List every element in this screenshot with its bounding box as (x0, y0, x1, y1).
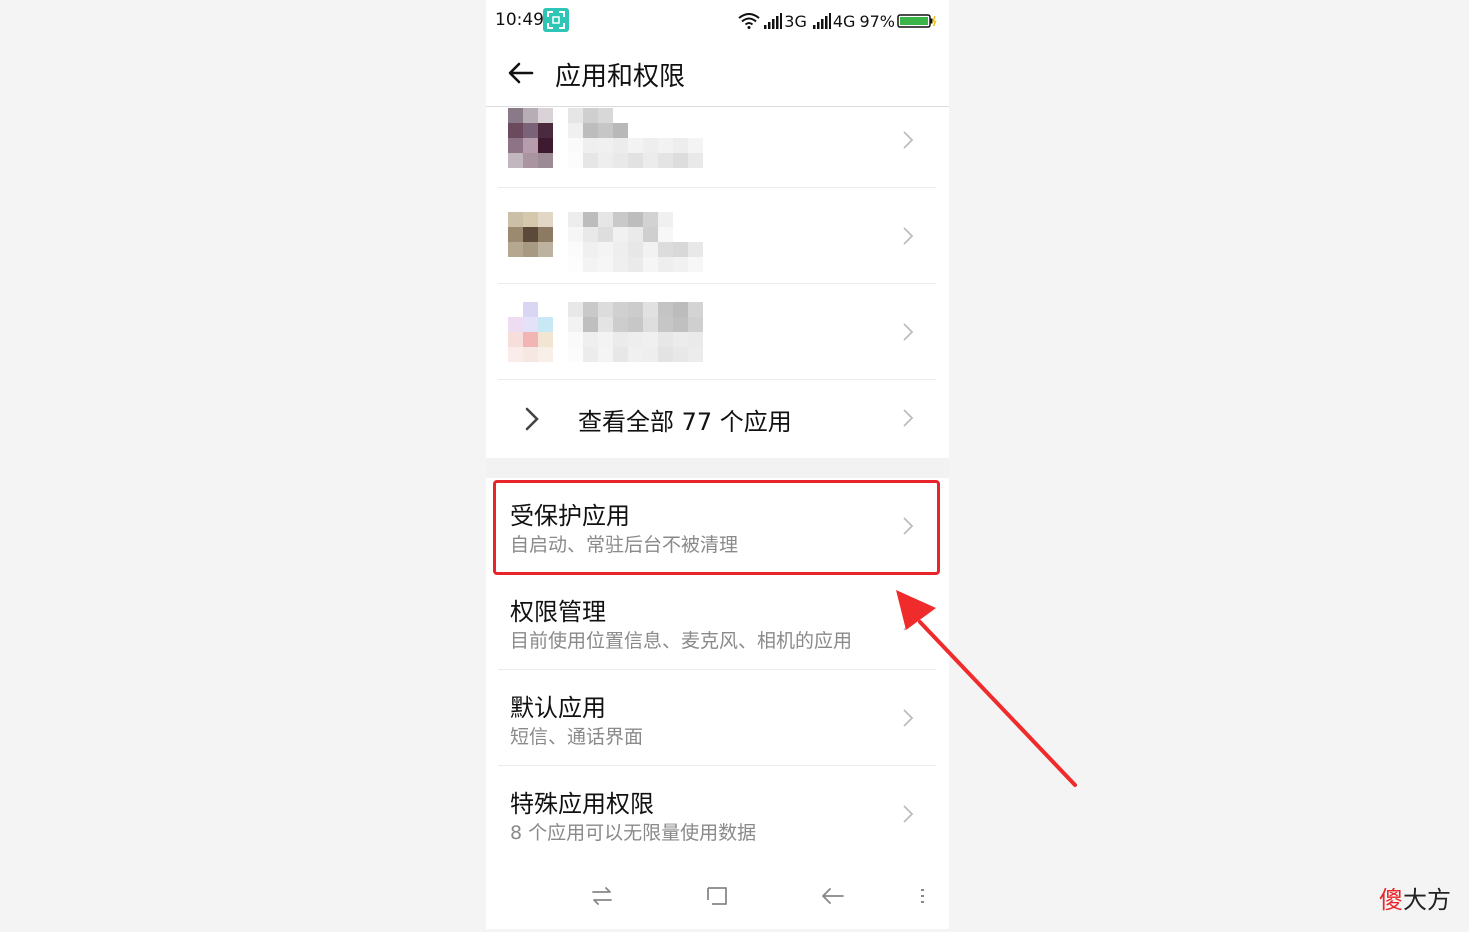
app-list-item[interactable] (498, 188, 936, 284)
chevron-right-bold-icon (525, 407, 539, 431)
row-title: 特殊应用权限 (510, 790, 654, 818)
row-title: 默认应用 (510, 694, 606, 722)
signal-icon (764, 13, 783, 29)
switch-arrows-icon[interactable] (588, 882, 616, 910)
row-title: 权限管理 (510, 598, 606, 626)
app-icon-blurred (508, 302, 553, 362)
chevron-right-icon (903, 323, 914, 341)
watermark: 傻大方 (1379, 880, 1451, 915)
view-all-apps-row[interactable]: 查看全部 77 个应用 (498, 380, 936, 458)
back-arrow-icon[interactable] (506, 58, 536, 88)
status-bar: 10:49 3G 4G 97% (486, 0, 949, 40)
battery-percent: 97% (859, 11, 895, 31)
highlight-box (493, 480, 940, 575)
app-icon-blurred (508, 212, 553, 257)
status-time: 10:49 (495, 10, 544, 30)
row-subtitle: 目前使用位置信息、麦克风、相机的应用 (510, 630, 853, 652)
app-name-blurred (568, 108, 718, 168)
default-apps-row[interactable]: 默认应用 短信、通话界面 (498, 670, 936, 766)
chevron-right-icon (903, 227, 914, 245)
back-nav-icon[interactable] (819, 882, 847, 910)
battery-icon (897, 14, 937, 28)
wifi-icon (738, 13, 760, 29)
chevron-right-icon (903, 409, 914, 427)
permission-management-row[interactable]: 权限管理 目前使用位置信息、麦克风、相机的应用 (498, 574, 936, 670)
section-divider (486, 458, 949, 478)
navigation-bar (486, 868, 949, 924)
view-all-apps-label: 查看全部 77 个应用 (578, 408, 792, 436)
page-title: 应用和权限 (555, 62, 686, 92)
app-list-item[interactable] (498, 92, 936, 188)
chevron-right-icon (903, 131, 914, 149)
network-type-2: 4G (832, 11, 856, 31)
app-list-item[interactable] (498, 284, 936, 380)
watermark-text: 大方 (1403, 886, 1451, 914)
watermark-accent: 傻 (1379, 886, 1403, 914)
home-square-icon[interactable] (703, 882, 731, 910)
row-subtitle: 短信、通话界面 (510, 726, 644, 748)
chevron-right-icon (903, 805, 914, 823)
status-indicators: 3G 4G 97% (738, 10, 937, 32)
app-name-blurred (568, 212, 718, 272)
pointer-arrow-icon (896, 590, 1077, 787)
signal-icon-2 (812, 13, 831, 29)
special-app-access-row[interactable]: 特殊应用权限 8 个应用可以无限量使用数据 (498, 766, 936, 862)
app-icon-blurred (508, 108, 553, 168)
network-type-1: 3G (784, 11, 807, 31)
app-name-blurred (568, 302, 718, 362)
row-subtitle: 8 个应用可以无限量使用数据 (510, 822, 757, 844)
menu-dots-icon[interactable] (909, 882, 937, 910)
screenshot-notification-icon (543, 8, 569, 32)
